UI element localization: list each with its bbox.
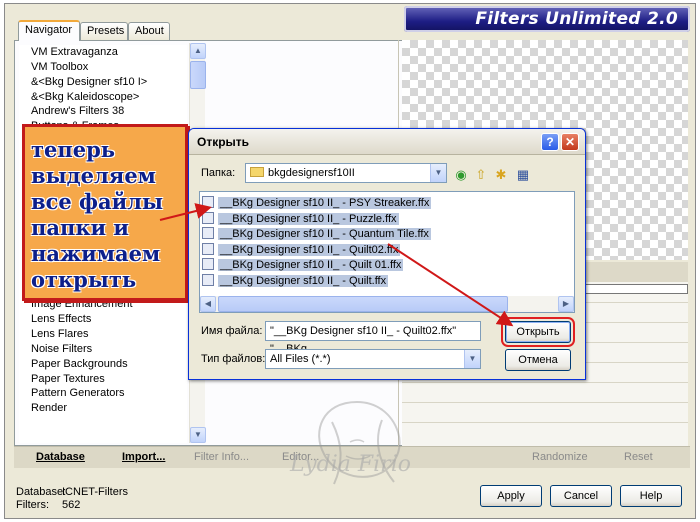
database-value: ICNET-Filters [62, 486, 128, 498]
filter-category-item[interactable]: Noise Filters [19, 342, 187, 357]
file-list-item[interactable]: __BKg Designer sf10 II_ - Quilt02.ffx [202, 242, 401, 258]
randomize-button[interactable]: Randomize [532, 451, 588, 463]
file-icon [202, 258, 214, 270]
filename-input[interactable]: "__BKg Designer sf10 II_ - Quilt02.ffx" … [265, 321, 481, 355]
file-list-item[interactable]: __BKg Designer sf10 II_ - Quilt 01.ffx [202, 258, 404, 273]
new-folder-icon[interactable]: ✱ [493, 167, 509, 183]
file-icon [202, 227, 214, 239]
back-icon[interactable]: ◉ [453, 167, 469, 183]
title-banner: Filters Unlimited 2.0 [404, 6, 690, 32]
file-list-item[interactable]: __BKg Designer sf10 II_ - Quantum Tile.f… [202, 227, 431, 242]
scroll-right-button[interactable]: ▶ [558, 296, 574, 312]
folder-select[interactable]: bkgdesignersf10II ▼ [245, 163, 447, 183]
chevron-down-icon[interactable]: ▼ [464, 350, 480, 368]
filter-category-item[interactable]: &<Bkg Designer sf10 I> [19, 75, 187, 90]
file-list-item[interactable]: __BKg Designer sf10 II_ - Quilt.ffx [202, 273, 389, 289]
file-icon [202, 196, 214, 208]
file-name: __BKg Designer sf10 II_ - PSY Streaker.f… [218, 197, 432, 209]
filetype-select[interactable]: All Files (*.*) ▼ [265, 349, 481, 369]
help-button[interactable]: Help [620, 485, 682, 507]
reset-button[interactable]: Reset [624, 451, 653, 463]
folder-icon [250, 167, 264, 177]
file-icon [202, 211, 214, 224]
scroll-up-button[interactable]: ▲ [190, 43, 206, 59]
filter-category-item[interactable]: Render [19, 401, 187, 416]
close-icon[interactable]: ✕ [561, 133, 579, 151]
filetype-label: Тип файлов: [201, 353, 266, 365]
folder-label: Папка: [201, 167, 236, 179]
up-folder-icon[interactable]: ⇧ [473, 167, 489, 183]
file-name: __BKg Designer sf10 II_ - Puzzle.ffx [218, 212, 399, 225]
scroll-thumb[interactable] [190, 61, 206, 89]
filters-label: Filters: [16, 499, 49, 511]
filter-category-item[interactable]: Lens Flares [19, 327, 187, 342]
chevron-down-icon[interactable]: ▼ [430, 164, 446, 182]
file-name: __BKg Designer sf10 II_ - Quilt 01.ffx [218, 259, 404, 271]
cancel-button[interactable]: Cancel [550, 485, 612, 507]
file-list-item[interactable]: __BKg Designer sf10 II_ - PSY Streaker.f… [202, 196, 432, 211]
file-name: __BKg Designer sf10 II_ - Quilt.ffx [218, 274, 389, 287]
view-menu-icon[interactable]: ▦ [515, 167, 531, 183]
file-name: __BKg Designer sf10 II_ - Quantum Tile.f… [218, 228, 431, 240]
app-title: Filters Unlimited 2.0 [475, 9, 678, 29]
filter-category-item[interactable]: VM Extravaganza [19, 45, 187, 60]
help-icon[interactable]: ? [541, 133, 559, 151]
scroll-down-button[interactable]: ▼ [190, 427, 206, 443]
watermark-signature: Lydia Firio [290, 452, 411, 477]
file-list[interactable]: __BKg Designer sf10 II_ - PSY Streaker.f… [199, 191, 575, 313]
divider [402, 402, 688, 403]
instruction-card: теперь выделяем все файлы папки и нажима… [22, 124, 188, 301]
file-name: __BKg Designer sf10 II_ - Quilt02.ffx [218, 243, 401, 256]
filter-category-item[interactable]: &<Bkg Kaleidoscope> [19, 90, 187, 105]
filter-category-item[interactable]: Lens Effects [19, 312, 187, 327]
instruction-text: теперь выделяем все файлы папки и нажима… [31, 137, 164, 292]
filter-category-item[interactable]: VM Toolbox [19, 60, 187, 75]
open-button[interactable]: Открыть [501, 317, 575, 347]
dialog-titlebar: Открыть ? ✕ [189, 129, 585, 155]
file-list-scrollbar[interactable]: ◀ ▶ [200, 296, 574, 312]
filename-label: Имя файла: [201, 325, 263, 337]
open-file-dialog: Открыть ? ✕ Папка: bkgdesignersf10II ▼ ◉… [188, 128, 586, 380]
filters-value: 562 [62, 499, 81, 511]
tab-navigator[interactable]: Navigator [18, 20, 80, 41]
apply-button[interactable]: Apply [480, 485, 542, 507]
parameter-slider[interactable] [578, 284, 688, 294]
scroll-left-button[interactable]: ◀ [200, 296, 216, 312]
filter-category-item[interactable]: Paper Textures [19, 372, 187, 387]
database-button[interactable]: Database [36, 451, 85, 463]
database-label: Database: [16, 486, 67, 498]
folder-value: bkgdesignersf10II [268, 167, 355, 179]
filter-category-item[interactable]: Paper Backgrounds [19, 357, 187, 372]
filter-category-item[interactable]: Andrew's Filters 38 [19, 104, 187, 119]
import-button[interactable]: Import... [122, 451, 165, 463]
tab-presets[interactable]: Presets [80, 22, 128, 40]
tab-about[interactable]: About [128, 22, 170, 40]
dialog-title: Открыть [197, 135, 250, 149]
status-info: Database:ICNET-Filters Filters: 562 [16, 486, 128, 512]
filetype-value: All Files (*.*) [270, 353, 331, 365]
dialog-cancel-button[interactable]: Отмена [505, 349, 571, 371]
filter-category-item[interactable]: Pattern Generators [19, 386, 187, 401]
divider [402, 422, 688, 423]
file-icon [202, 242, 214, 255]
filter-info-button[interactable]: Filter Info... [194, 451, 249, 463]
file-list-item[interactable]: __BKg Designer sf10 II_ - Puzzle.ffx [202, 211, 399, 227]
divider [402, 382, 688, 383]
scroll-thumb[interactable] [218, 296, 508, 312]
file-icon [202, 273, 214, 286]
